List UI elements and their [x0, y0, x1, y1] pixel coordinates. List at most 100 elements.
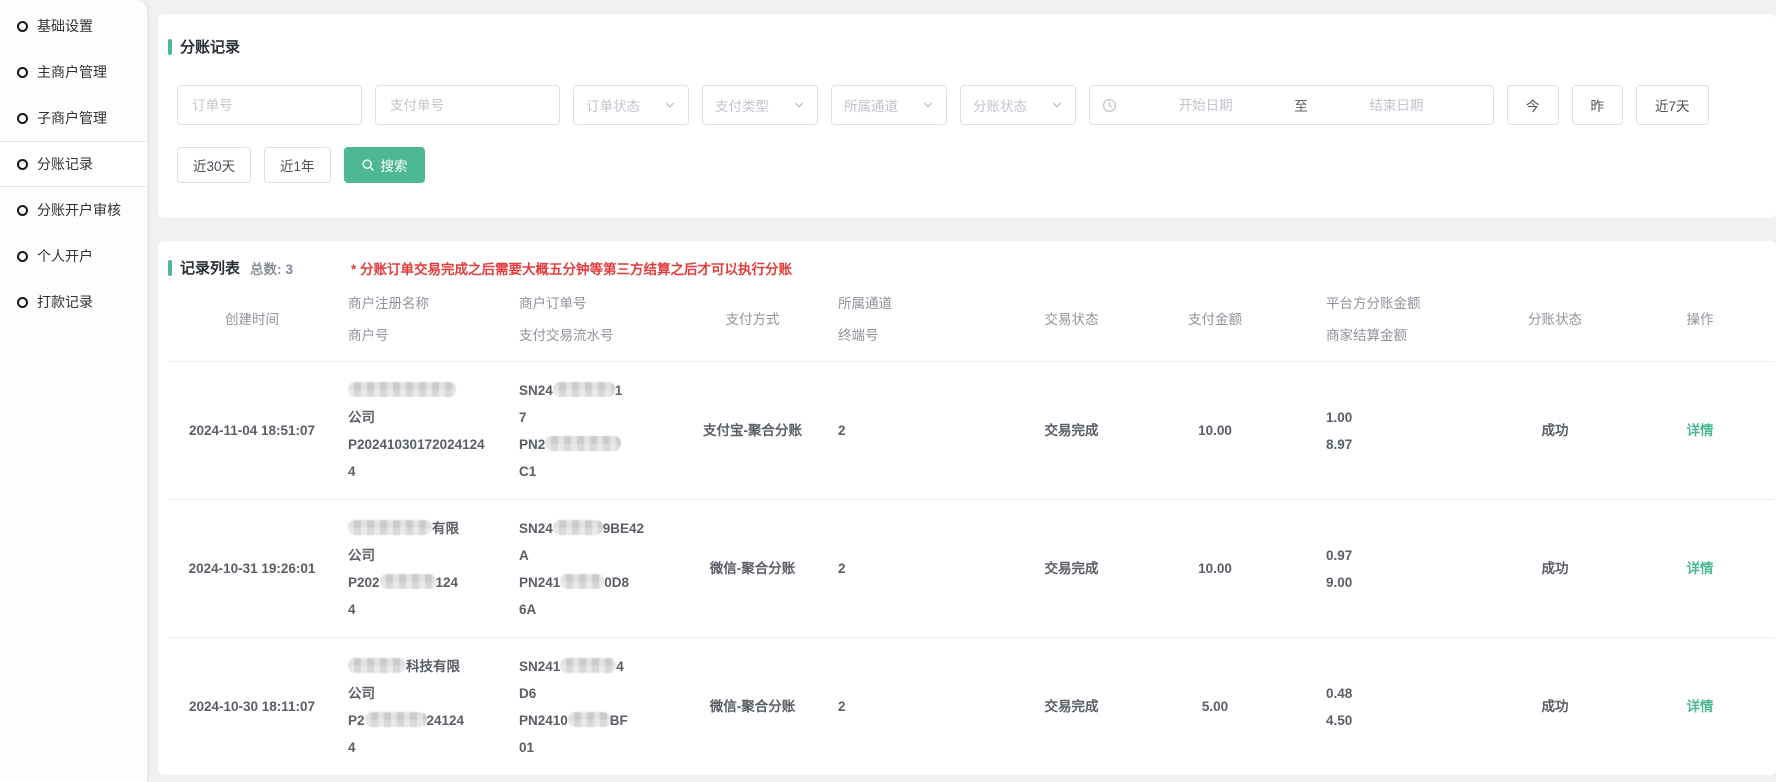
cell-pay-method: 微信-聚合分账 [685, 555, 820, 582]
pay-type-select[interactable]: 支付类型 [702, 85, 818, 125]
circle-icon [17, 251, 28, 262]
pay-no-input[interactable] [375, 85, 560, 125]
sidebar-item-2[interactable]: 子商户管理 [0, 95, 147, 141]
sidebar-item-0[interactable]: 基础设置 [0, 3, 147, 49]
cell-text: 有限 [432, 521, 459, 536]
range-yesterday-button[interactable]: 昨 [1572, 85, 1624, 125]
cell-text: 6A [519, 602, 536, 617]
cell-text: PN2 [519, 437, 545, 452]
cell-text: P202 [348, 575, 380, 590]
cell-text: 公司 [348, 410, 375, 425]
cell-split-amounts: 0.979.00 [1290, 542, 1480, 596]
redacted-blur [560, 574, 604, 589]
cell-line: PN2410 BF [519, 707, 685, 734]
cell-merchant: 科技有限公司P2241244 [336, 653, 512, 761]
header-line: 商家结算金额 [1326, 320, 1480, 352]
start-date-input[interactable] [1121, 98, 1290, 113]
cell-line: SN2414 [519, 653, 685, 680]
cell-action: 详情 [1630, 693, 1770, 720]
search-icon [361, 158, 375, 172]
cell-text: BF [610, 713, 628, 728]
header-line: 分账状态 [1480, 304, 1630, 336]
redacted-blur [560, 658, 616, 673]
detail-link[interactable]: 详情 [1687, 699, 1714, 714]
chevron-down-icon [793, 99, 805, 111]
header-line: 交易状态 [1003, 304, 1140, 336]
col-header-8: 分账状态 [1480, 304, 1630, 336]
sidebar-item-label: 子商户管理 [37, 108, 107, 128]
search-button-label: 搜索 [381, 155, 408, 175]
range-today-button[interactable]: 今 [1507, 85, 1559, 125]
table-header-row: 创建时间商户注册名称商户号商户订单号支付交易流水号支付方式所属通道终端号交易状态… [168, 278, 1774, 361]
list-card-header: 记录列表 总数:3 * 分账订单交易完成之后需要大概五分钟等第三方结算之后才可以… [158, 257, 1776, 278]
header-line: 终端号 [838, 320, 1003, 352]
cell-order-no: SN2414D6PN2410BF01 [512, 653, 685, 761]
col-header-3: 支付方式 [685, 304, 820, 336]
sidebar-item-4[interactable]: 分账开户审核 [0, 187, 147, 233]
cell-text: 4 [616, 659, 624, 674]
cell-text: A [519, 548, 529, 563]
sidebar-item-3[interactable]: 分账记录 [0, 141, 147, 187]
cell-amount: 10.00 [1140, 555, 1290, 582]
cell-line: D6 [519, 680, 685, 707]
header-line: 支付金额 [1140, 304, 1290, 336]
header-line: 商户注册名称 [348, 288, 512, 320]
header-line: 商户号 [348, 320, 512, 352]
select-placeholder: 所属通道 [844, 95, 898, 115]
range-30d-button[interactable]: 近30天 [177, 147, 251, 183]
chevron-down-icon [1051, 99, 1063, 111]
table-row: 2024-10-30 18:11:07科技有限公司P2241244SN2414D… [168, 637, 1774, 775]
split-status-select[interactable]: 分账状态 [960, 85, 1076, 125]
col-header-5: 交易状态 [1003, 304, 1140, 336]
cell-order-no: SN2417PN2C1 [512, 377, 685, 485]
channel-select[interactable]: 所属通道 [831, 85, 947, 125]
sidebar-item-label: 分账开户审核 [37, 200, 121, 220]
cell-text: 9BE42 [603, 521, 644, 536]
order-status-select[interactable]: 订单状态 [573, 85, 689, 125]
cell-text: 24124 [427, 713, 465, 728]
filter-card-header: 分账记录 [158, 36, 1776, 57]
sidebar-item-6[interactable]: 打款记录 [0, 279, 147, 325]
search-button[interactable]: 搜索 [344, 147, 425, 183]
cell-split-amounts: 1.008.97 [1290, 404, 1480, 458]
circle-icon [17, 21, 28, 32]
range-7d-button[interactable]: 近7天 [1636, 85, 1709, 125]
circle-icon [17, 205, 28, 216]
detail-link[interactable]: 详情 [1687, 561, 1714, 576]
date-range-picker[interactable]: 至 [1089, 85, 1494, 125]
end-date-input[interactable] [1312, 98, 1481, 113]
cell-merchant: 公司P202410301720241244 [336, 377, 512, 485]
sidebar-item-label: 分账记录 [37, 154, 93, 174]
circle-icon [17, 159, 28, 170]
cell-line: P202124 [348, 569, 512, 596]
col-header-1: 商户注册名称商户号 [336, 288, 512, 352]
order-no-input[interactable] [177, 85, 362, 125]
cell-text: 0D8 [604, 575, 629, 590]
sidebar-item-1[interactable]: 主商户管理 [0, 49, 147, 95]
cell-split-status: 成功 [1480, 555, 1630, 582]
record-list-card: 记录列表 总数:3 * 分账订单交易完成之后需要大概五分钟等第三方结算之后才可以… [158, 241, 1776, 775]
cell-created: 2024-10-31 19:26:01 [168, 555, 336, 582]
sidebar-item-5[interactable]: 个人开户 [0, 233, 147, 279]
filter-card: 分账记录 订单状态 支付类型 所属通道 分账状态 至 今昨近7天 近30天近1年 [158, 14, 1776, 218]
app-root: 基础设置主商户管理子商户管理分账记录分账开户审核个人开户打款记录 分账记录 订单… [0, 0, 1776, 782]
clock-icon [1102, 98, 1117, 113]
cell-text: P20241030172024124 [348, 437, 485, 452]
cell-text: C1 [519, 464, 536, 479]
list-title: 记录列表 [180, 257, 240, 278]
circle-icon [17, 113, 28, 124]
select-placeholder: 订单状态 [586, 95, 640, 115]
cell-text: SN24 [519, 383, 553, 398]
cell-text: PN2410 [519, 713, 568, 728]
detail-link[interactable]: 详情 [1687, 423, 1714, 438]
header-line: 平台方分账金额 [1326, 288, 1480, 320]
platform-amount: 1.00 [1326, 404, 1480, 431]
cell-line: 科技有限 [348, 653, 512, 680]
date-separator: 至 [1290, 95, 1312, 115]
range-1y-button[interactable]: 近1年 [264, 147, 331, 183]
cell-amount: 5.00 [1140, 693, 1290, 720]
cell-line: 4 [348, 734, 512, 761]
redacted-blur [568, 712, 610, 727]
cell-text: 1 [615, 383, 623, 398]
header-line: 所属通道 [838, 288, 1003, 320]
